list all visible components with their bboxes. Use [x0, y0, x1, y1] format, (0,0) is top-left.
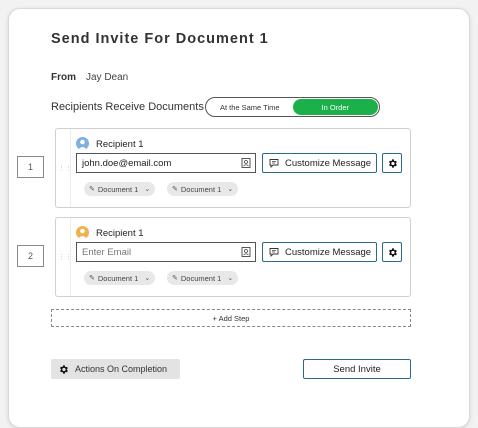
pen-icon: ✎	[172, 275, 178, 282]
recipient-step: ⋮⋮ Recipient 1 Enter Email Customize Mes…	[55, 217, 411, 297]
avatar-icon	[76, 226, 89, 239]
message-icon	[269, 159, 279, 168]
chevron-down-icon: ⌄	[227, 186, 234, 193]
gear-icon	[388, 158, 397, 168]
message-icon	[269, 248, 279, 257]
gear-icon	[58, 364, 69, 375]
recipient-name: Recipient 1	[96, 139, 144, 150]
document-chip[interactable]: ✎ Document 1 ⌄	[167, 271, 239, 285]
pen-icon: ✎	[89, 275, 95, 282]
add-step-button[interactable]: + Add Step	[51, 309, 411, 327]
from-value: Jay Dean	[86, 72, 129, 83]
recipients-mode-toggle[interactable]: At the Same Time In Order	[205, 97, 380, 117]
email-input[interactable]: john.doe@email.com	[76, 153, 256, 173]
document-chip[interactable]: ✎ Document 1 ⌄	[167, 182, 239, 196]
document-chip-label: Document 1	[97, 184, 139, 194]
send-invite-button[interactable]: Send Invite	[303, 359, 411, 379]
document-chip-label: Document 1	[97, 273, 139, 283]
email-placeholder: Enter Email	[82, 246, 132, 258]
pen-icon: ✎	[172, 186, 178, 193]
email-value: john.doe@email.com	[82, 157, 172, 169]
document-chip-label: Document 1	[180, 273, 222, 283]
recipients-mode-label: Recipients Receive Documents	[51, 101, 204, 113]
chevron-down-icon: ⌄	[144, 275, 151, 282]
customize-message-button[interactable]: Customize Message	[262, 153, 377, 173]
recipient-name: Recipient 1	[96, 228, 144, 239]
step-number-input[interactable]: 1	[17, 156, 44, 178]
customize-message-label: Customize Message	[285, 157, 372, 169]
document-chip[interactable]: ✎ Document 1 ⌄	[84, 182, 156, 196]
toggle-option-same-time[interactable]: At the Same Time	[207, 99, 293, 115]
drag-handle-icon[interactable]: ⋮⋮	[58, 129, 72, 207]
toggle-option-in-order[interactable]: In Order	[292, 99, 378, 115]
actions-on-completion-button[interactable]: Actions On Completion	[51, 359, 180, 379]
email-input[interactable]: Enter Email	[76, 242, 256, 262]
chevron-down-icon: ⌄	[144, 186, 151, 193]
contact-book-icon[interactable]	[241, 158, 251, 168]
recipient-step: ⋮⋮ Recipient 1 john.doe@email.com Custom…	[55, 128, 411, 208]
page-title: Send Invite For Document 1	[51, 31, 269, 47]
contact-book-icon[interactable]	[241, 247, 251, 257]
gear-icon	[388, 247, 397, 257]
recipient-settings-button[interactable]	[382, 153, 402, 173]
document-chip-label: Document 1	[180, 184, 222, 194]
chevron-down-icon: ⌄	[227, 275, 234, 282]
drag-handle-icon[interactable]: ⋮⋮	[58, 218, 72, 296]
recipient-settings-button[interactable]	[382, 242, 402, 262]
step-number-input[interactable]: 2	[17, 245, 44, 267]
avatar-icon	[76, 137, 89, 150]
customize-message-button[interactable]: Customize Message	[262, 242, 377, 262]
pen-icon: ✎	[89, 186, 95, 193]
customize-message-label: Customize Message	[285, 246, 372, 258]
document-chip[interactable]: ✎ Document 1 ⌄	[84, 271, 156, 285]
from-label: From	[51, 72, 76, 83]
actions-on-completion-label: Actions On Completion	[75, 364, 168, 374]
